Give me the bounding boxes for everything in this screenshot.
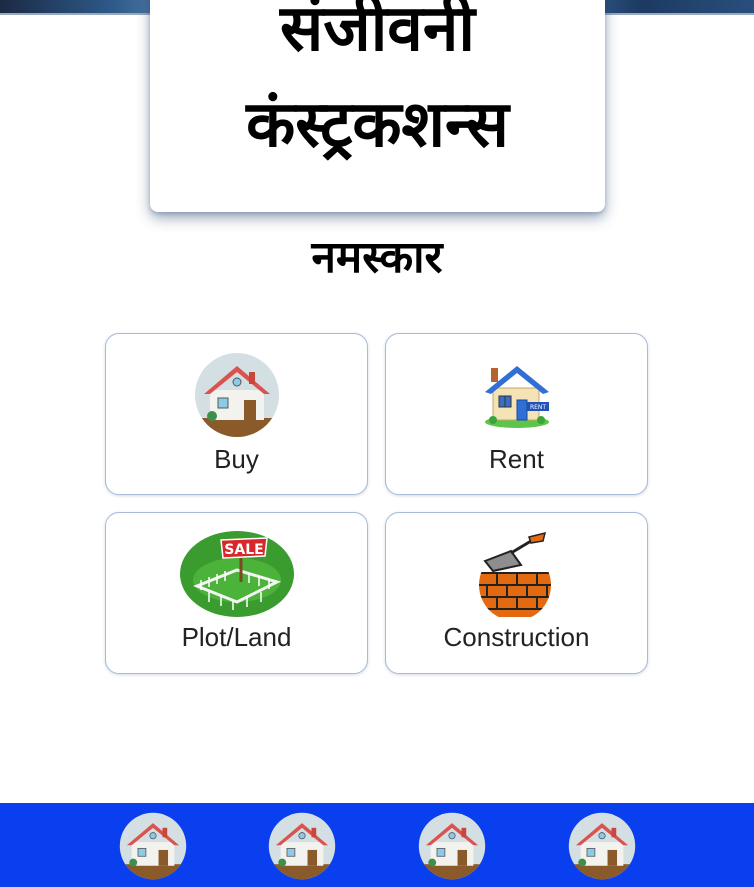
house-circle-icon (418, 812, 486, 880)
rent-option-card[interactable]: RENT Rent (385, 333, 648, 495)
brick-trowel-icon (459, 530, 575, 618)
plot-land-option-card[interactable]: SALE Plot/Land (105, 512, 368, 674)
construction-label: Construction (443, 622, 590, 652)
greeting-heading: नमस्कार (311, 232, 443, 283)
title-card: संजीवनी कंस्ट्रकशन्स (150, 0, 605, 212)
title-line-1: संजीवनी (279, 0, 475, 66)
buy-option-card[interactable]: Buy (105, 333, 368, 495)
rent-label: Rent (489, 444, 544, 474)
nav-item-1[interactable] (119, 812, 187, 880)
nav-item-2[interactable] (268, 812, 336, 880)
house-circle-icon (119, 812, 187, 880)
page: संजीवनी कंस्ट्रकशन्स नमस्कार Buy RENT Re… (0, 0, 754, 887)
buy-label: Buy (214, 444, 259, 474)
construction-option-card[interactable]: Construction (385, 512, 648, 674)
nav-item-3[interactable] (418, 812, 486, 880)
plot-land-label: Plot/Land (181, 622, 292, 652)
svg-text:RENT: RENT (529, 404, 545, 411)
rent-house-icon: RENT (459, 351, 575, 439)
nav-item-4[interactable] (568, 812, 636, 880)
title-line-2: कंस्ट्रकशन्स (246, 88, 509, 162)
sale-plot-icon: SALE (179, 530, 295, 618)
svg-text:SALE: SALE (224, 542, 263, 558)
house-circle-icon (268, 812, 336, 880)
bottom-nav-bar (0, 803, 754, 887)
house-circle-icon (179, 351, 295, 439)
house-circle-icon (568, 812, 636, 880)
